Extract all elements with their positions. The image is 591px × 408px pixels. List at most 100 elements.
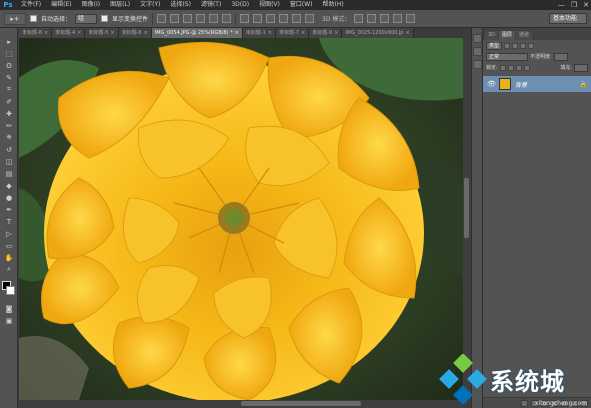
lasso-tool-icon[interactable]: ʘ [2,60,16,71]
distribute-right-icon[interactable] [305,14,315,23]
panel-tab[interactable]: 通道 [516,31,533,40]
distribute-vcenter-icon[interactable] [253,14,263,23]
eraser-tool-icon[interactable]: ◫ [2,156,16,167]
filter-adjust-icon[interactable] [512,42,519,49]
scale-3d-icon[interactable] [406,14,416,23]
auto-select-checkbox[interactable] [30,15,37,22]
shape-tool-icon[interactable]: ▭ [2,240,16,251]
screen-mode-icon[interactable]: ▣ [2,315,16,326]
marquee-tool-icon[interactable]: ⬚ [2,48,16,59]
path-select-icon[interactable]: ▷ [2,228,16,239]
menu-item[interactable]: 视图(V) [254,0,285,10]
menu-item[interactable]: 窗口(W) [285,0,318,10]
document-canvas[interactable] [19,38,463,400]
fill-input[interactable] [574,63,588,72]
menu-item[interactable]: 文字(Y) [135,0,165,10]
history-brush-icon[interactable]: ↺ [2,144,16,155]
menu-item[interactable]: 编辑(E) [46,0,76,10]
properties-panel-icon[interactable] [473,47,482,56]
close-tab-icon[interactable]: × [110,30,114,36]
hand-tool-icon[interactable]: ✋ [2,252,16,263]
menu-item[interactable]: 选择(S) [165,0,196,10]
tool-preset-picker[interactable]: ▸+ [4,12,26,25]
auto-select-dropdown[interactable]: 组 [75,13,98,24]
roll-3d-icon[interactable] [367,14,377,23]
distribute-left-icon[interactable] [279,14,289,23]
brush-tool-icon[interactable]: ✏ [2,120,16,131]
panel-tab[interactable]: 图层 [499,31,516,40]
close-tab-icon[interactable]: × [334,30,338,36]
close-tab-icon[interactable]: × [235,30,239,36]
workspace-dropdown[interactable]: 基本功能 [549,13,587,24]
history-panel-icon[interactable] [473,34,482,43]
crop-tool-icon[interactable]: ⌗ [2,84,16,95]
lock-transparent-icon[interactable] [499,64,506,71]
quick-select-tool-icon[interactable]: ✎ [2,72,16,83]
horizontal-scrollbar[interactable] [19,400,463,408]
blend-mode-dropdown[interactable]: 正常 [486,52,528,61]
distribute-top-icon[interactable] [240,14,250,23]
align-left-icon[interactable] [196,14,206,23]
brush-panel-icon[interactable] [473,60,482,69]
lock-all-icon[interactable] [523,64,530,71]
minimize-icon[interactable]: — [558,0,565,10]
document-tab[interactable]: 未标题-8 × [19,28,53,38]
clone-stamp-icon[interactable]: ⎈ [2,132,16,143]
document-tab[interactable]: 未标题-1 × [242,28,276,38]
menu-item[interactable]: 帮助(H) [318,0,349,10]
document-tab[interactable]: 未标题-9 × [309,28,343,38]
lock-pixels-icon[interactable] [507,64,514,71]
dodge-tool-icon[interactable]: ● [2,192,16,203]
document-tab[interactable]: IMG_0025-1200x900.jp × [342,28,414,38]
document-tab[interactable]: 未标题-5 × [85,28,119,38]
close-tab-icon[interactable]: × [77,30,81,36]
distribute-hcenter-icon[interactable] [292,14,302,23]
align-top-icon[interactable] [157,14,167,23]
pan-3d-icon[interactable] [380,14,390,23]
document-tab[interactable]: 未标题-7 × [276,28,310,38]
distribute-bottom-icon[interactable] [266,14,276,23]
orbit-3d-icon[interactable] [354,14,364,23]
align-right-icon[interactable] [222,14,232,23]
filter-type-icon[interactable] [520,42,527,49]
close-icon[interactable]: ✕ [583,0,589,10]
document-tab[interactable]: 未标题-6 × [118,28,152,38]
restore-icon[interactable]: ❐ [571,0,577,10]
quick-mask-icon[interactable]: ◙ [2,303,16,314]
vertical-scroll-thumb[interactable] [464,178,469,238]
close-tab-icon[interactable]: × [268,30,272,36]
lock-position-icon[interactable] [515,64,522,71]
horizontal-scroll-thumb[interactable] [241,401,361,406]
menu-item[interactable]: 图层(L) [105,0,135,10]
filter-shape-icon[interactable] [528,42,535,49]
eye-icon[interactable]: 👁 [487,80,496,88]
filter-kind-dropdown[interactable]: 类型 [486,41,503,50]
menu-item[interactable]: 3D(D) [226,0,254,10]
align-bottom-icon[interactable] [183,14,193,23]
document-tab[interactable]: 未标题-4 × [52,28,86,38]
align-hcenter-icon[interactable] [209,14,219,23]
opacity-input[interactable] [553,52,568,61]
document-tab[interactable]: IMG_0054.JPG @ 25%(RGB/8) * × [151,28,243,38]
vertical-scrollbar[interactable] [463,38,471,400]
close-tab-icon[interactable]: × [44,30,48,36]
close-tab-icon[interactable]: × [144,30,148,36]
background-color-swatch[interactable] [6,286,15,295]
show-transform-checkbox[interactable] [101,15,109,22]
menu-item[interactable]: 文件(F) [16,0,46,10]
slide-3d-icon[interactable] [393,14,403,23]
close-tab-icon[interactable]: × [301,30,305,36]
align-vcenter-icon[interactable] [170,14,180,23]
move-tool-icon[interactable]: ▸ [2,36,16,47]
pen-tool-icon[interactable]: ✒ [2,204,16,215]
gradient-tool-icon[interactable]: ▤ [2,168,16,179]
filter-pixel-icon[interactable] [504,42,511,49]
layer-row-background[interactable]: 👁 背景 🔒 [483,76,591,92]
zoom-tool-icon[interactable]: ⌕ [2,264,16,275]
healing-brush-icon[interactable]: ✚ [2,108,16,119]
panel-tab[interactable]: 3D [485,31,499,40]
blur-tool-icon[interactable]: ◆ [2,180,16,191]
eyedropper-tool-icon[interactable]: ✐ [2,96,16,107]
menu-item[interactable]: 图像(I) [77,0,105,10]
menu-item[interactable]: 滤镜(T) [196,0,226,10]
